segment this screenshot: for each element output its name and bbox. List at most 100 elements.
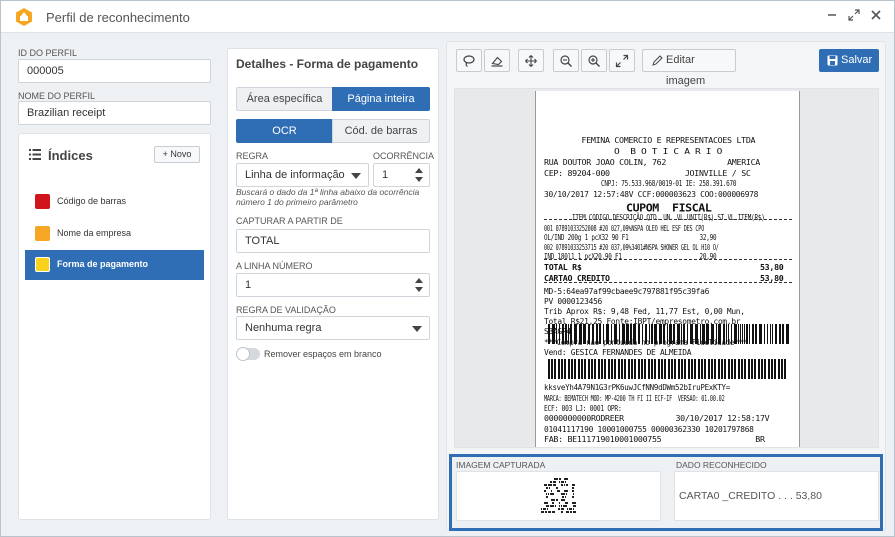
recognition-profile-window: Perfil de reconhecimento ID DO PERFIL 00…: [0, 0, 895, 537]
barcode-bar: [714, 359, 716, 379]
minimize-icon[interactable]: [824, 8, 840, 24]
receipt-separator: [544, 259, 792, 260]
captured-pixel: [557, 490, 560, 492]
captured-pixel: [558, 508, 560, 510]
receipt-line: 01041117190 10001000755 00000362330 1020…: [544, 424, 754, 434]
zoom-in-icon: [588, 54, 600, 67]
rule-hint: Buscará o dado da 1ª linha abaixo da oco…: [236, 187, 420, 207]
barcode-bar: [721, 359, 723, 379]
close-icon[interactable]: [868, 8, 884, 24]
capture-from-field[interactable]: TOTAL: [236, 229, 430, 253]
zoom-out-icon: [560, 54, 572, 67]
barcode-bar: [624, 359, 626, 379]
expand-icon: [615, 54, 629, 67]
profile-id-field[interactable]: 000005: [18, 59, 211, 83]
barcode-bar: [761, 359, 763, 379]
captured-pixel: [567, 508, 568, 510]
barcode-bar: [548, 359, 550, 379]
edit-image-button[interactable]: Editar imagem: [642, 49, 736, 87]
captured-pixel: [549, 487, 550, 489]
barcode-bar: [644, 359, 646, 379]
captured-pixel: [561, 508, 564, 510]
zoom-out-button[interactable]: [553, 49, 579, 72]
validation-rule-select[interactable]: Nenhuma regra: [236, 316, 430, 340]
captured-pixel: [572, 490, 574, 492]
line-number-value: 1: [245, 279, 252, 291]
receipt-line: CEP: 89204-000 JOINVILLE / SC: [544, 168, 751, 178]
barcode-bar: [772, 324, 773, 344]
captured-pixel: [546, 505, 549, 507]
receipt-line: TOTAL R$ 53,80: [544, 262, 784, 272]
barcode-bar: [778, 359, 780, 379]
index-item-forma-de-pagamento[interactable]: Forma de pagamento: [25, 250, 204, 280]
receipt-line: OL/IND 200g 1 pcX32 90 F1 32,90: [544, 232, 717, 242]
barcode-bar: [611, 359, 613, 379]
tab-cod-de-barras[interactable]: Cód. de barras: [332, 119, 430, 143]
index-item-nome-da-empresa[interactable]: Nome da empresa: [25, 219, 204, 249]
spinner-arrows-icon[interactable]: [415, 166, 425, 184]
move-icon: [525, 54, 537, 67]
spinner-arrows-icon[interactable]: [415, 276, 425, 294]
barcode-bar: [578, 359, 580, 379]
captured-pixel: [555, 505, 556, 507]
new-index-button[interactable]: + Novo: [154, 146, 200, 163]
barcode-bar: [684, 359, 686, 379]
barcode-bar: [711, 359, 713, 379]
barcode-bar: [724, 359, 726, 379]
index-item-codigo-de-barras[interactable]: Código de barras: [25, 187, 204, 217]
lasso-tool-button[interactable]: [456, 49, 482, 72]
zoom-in-button[interactable]: [581, 49, 607, 72]
barcode-bar: [781, 359, 783, 379]
captured-pixel: [561, 511, 563, 513]
captured-image-label: IMAGEM CAPTURADA: [456, 460, 546, 470]
captured-pixel: [541, 508, 542, 510]
captured-pixel: [562, 496, 564, 498]
barcode-bar: [581, 359, 583, 379]
captured-pixel: [553, 481, 556, 483]
barcode-bar: [594, 359, 596, 379]
rule-select[interactable]: Linha de informação: [236, 163, 369, 187]
captured-pixel: [551, 499, 555, 501]
maximize-icon[interactable]: [846, 8, 862, 24]
barcode-bar: [568, 359, 570, 379]
chevron-down-icon: [351, 173, 361, 179]
index-color-swatch: [35, 226, 50, 241]
barcode-bar: [601, 359, 603, 379]
captured-pixel: [546, 493, 547, 495]
receipt-line: Vend: GESICA FERNANDES DE ALMEIDA: [544, 347, 692, 357]
tab-area-especifica[interactable]: Área específica: [236, 87, 333, 111]
line-number-stepper[interactable]: 1: [236, 273, 430, 297]
barcode-bar: [768, 359, 770, 379]
barcode-bar: [691, 359, 693, 379]
recognized-data-label: DADO RECONHECIDO: [676, 460, 767, 470]
image-viewer[interactable]: FEMINA COMERCIO E REPRESENTACOES LTDA O B…: [454, 88, 879, 448]
tab-ocr[interactable]: OCR: [236, 119, 333, 143]
eraser-tool-button[interactable]: [484, 49, 510, 72]
barcode-bar: [744, 359, 746, 379]
captured-pixel: [552, 511, 555, 513]
captured-pixel: [550, 505, 554, 507]
receipt-barcode: [548, 359, 788, 379]
chevron-down-icon: [412, 326, 422, 332]
receipt-line: PV 0000123456: [544, 296, 602, 306]
receipt-line: Total R$21,25 Fonte:IBPT/empresometro.co…: [544, 316, 741, 326]
fit-screen-button[interactable]: [609, 49, 635, 72]
captured-pixel: [546, 487, 548, 489]
remove-spaces-toggle[interactable]: [236, 347, 260, 361]
index-item-label: Forma de pagamento: [57, 259, 149, 269]
tab-pagina-inteira[interactable]: Página inteira: [332, 87, 430, 111]
move-tool-button[interactable]: [518, 49, 544, 72]
receipt-line: S3AGR4: [544, 326, 571, 336]
save-button[interactable]: Salvar: [819, 49, 879, 72]
captured-pixel: [551, 490, 552, 492]
occurrence-label: OCORRÊNCIA: [373, 151, 435, 161]
rule-label: REGRA: [236, 151, 269, 161]
captured-pixel: [556, 499, 558, 501]
profile-name-field[interactable]: Brazilian receipt: [18, 101, 211, 125]
receipt-image: FEMINA COMERCIO E REPRESENTACOES LTDA O B…: [535, 91, 800, 447]
barcode-bar: [734, 359, 736, 379]
occurrence-stepper[interactable]: 1: [373, 163, 430, 187]
barcode-bar: [571, 359, 573, 379]
receipt-line: Trib Aprox R$: 9,48 Fed, 11,77 Est, 0,00…: [544, 306, 745, 316]
barcode-bar: [614, 359, 616, 379]
